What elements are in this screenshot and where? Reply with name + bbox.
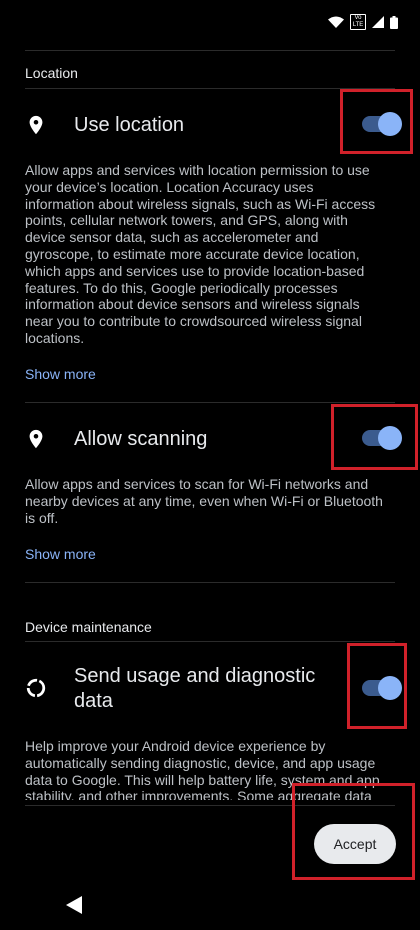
battery-icon	[390, 15, 398, 29]
highlight-box	[331, 404, 418, 470]
status-bar: Vo LTE	[0, 0, 420, 44]
highlight-box	[292, 783, 415, 880]
location-pin-icon	[29, 115, 43, 135]
location-pin-icon	[29, 429, 43, 449]
highlight-box	[347, 643, 407, 729]
status-icons: Vo LTE	[328, 14, 398, 30]
show-more-link[interactable]: Show more	[25, 546, 96, 562]
section-header-location: Location	[25, 65, 78, 81]
sync-progress-icon	[26, 678, 46, 698]
allow-scanning-description: Allow apps and services to scan for Wi-F…	[25, 476, 383, 526]
volte-badge: Vo LTE	[350, 14, 366, 30]
highlight-box	[340, 89, 413, 154]
section-header-device-maintenance: Device maintenance	[25, 619, 152, 635]
send-usage-title-line1: Send usage and diagnostic	[74, 665, 316, 687]
use-location-description: Allow apps and services with location pe…	[25, 162, 376, 346]
allow-scanning-title: Allow scanning	[74, 428, 208, 450]
divider	[25, 582, 395, 583]
show-more-link[interactable]: Show more	[25, 366, 96, 382]
use-location-title: Use location	[74, 114, 185, 136]
divider	[25, 50, 395, 51]
divider	[25, 402, 395, 403]
signal-icon	[372, 16, 384, 28]
divider	[25, 641, 395, 642]
back-icon[interactable]	[66, 896, 82, 914]
send-usage-title-line2: data	[74, 690, 113, 712]
wifi-icon	[328, 16, 344, 28]
